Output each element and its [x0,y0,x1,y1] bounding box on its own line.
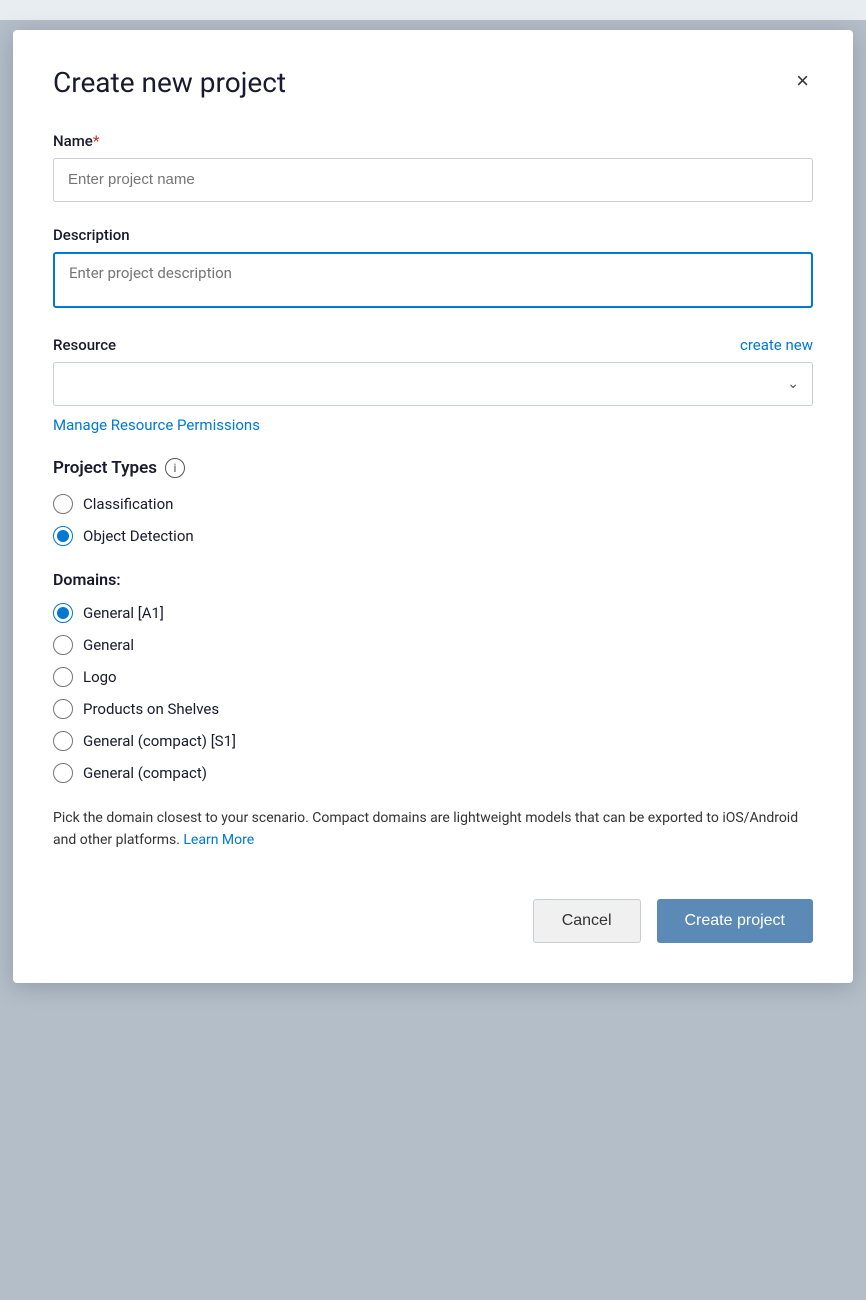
radio-item-general-a1[interactable]: General [A1] [53,603,813,623]
radio-general-compact-s1[interactable] [53,731,73,751]
radio-logo[interactable] [53,667,73,687]
radio-classification[interactable] [53,494,73,514]
radio-item-general[interactable]: General [53,635,813,655]
required-star: * [93,132,100,150]
description-label: Description [53,226,813,244]
create-new-link[interactable]: create new [740,336,813,354]
radio-label-general-compact-s1: General (compact) [S1] [83,732,236,750]
close-button[interactable]: × [792,66,813,96]
modal-footer: Cancel Create project [53,899,813,943]
radio-item-general-compact-s1[interactable]: General (compact) [S1] [53,731,813,751]
radio-item-classification[interactable]: Classification [53,494,813,514]
manage-permissions-link[interactable]: Manage Resource Permissions [53,416,813,434]
create-project-button[interactable]: Create project [657,899,814,943]
radio-general[interactable] [53,635,73,655]
description-input[interactable] [53,252,813,308]
project-types-label: Project Types [53,458,157,478]
radio-products-on-shelves[interactable] [53,699,73,719]
radio-label-general-a1: General [A1] [83,604,164,622]
resource-label: Resource [53,336,116,354]
domains-label: Domains: [53,570,813,589]
modal-title: Create new project [53,66,286,100]
resource-select-wrapper: ⌄ [53,362,813,406]
radio-label-object-detection: Object Detection [83,527,194,545]
name-section: Name* [53,132,813,202]
radio-label-products-on-shelves: Products on Shelves [83,700,219,718]
resource-header: Resource create new [53,336,813,354]
project-types-group: Classification Object Detection [53,494,813,546]
modal-header: Create new project × [53,66,813,100]
modal-overlay: Create new project × Name* Description R… [0,20,866,1300]
radio-general-a1[interactable] [53,603,73,623]
cancel-button[interactable]: Cancel [533,899,641,943]
radio-label-general: General [83,636,134,654]
radio-label-classification: Classification [83,495,173,513]
resource-select[interactable] [53,362,813,406]
project-types-section: Project Types i Classification Object De… [53,458,813,546]
description-section: Description [53,226,813,312]
radio-general-compact[interactable] [53,763,73,783]
name-label: Name* [53,132,813,150]
info-icon[interactable]: i [165,458,185,478]
radio-label-logo: Logo [83,668,117,686]
radio-item-object-detection[interactable]: Object Detection [53,526,813,546]
radio-item-products-on-shelves[interactable]: Products on Shelves [53,699,813,719]
radio-label-general-compact: General (compact) [83,764,207,782]
domains-section: Domains: General [A1] General Logo Produ… [53,570,813,852]
radio-object-detection[interactable] [53,526,73,546]
project-types-header: Project Types i [53,458,813,478]
hint-text: Pick the domain closest to your scenario… [53,807,813,852]
name-input[interactable] [53,158,813,202]
radio-item-general-compact[interactable]: General (compact) [53,763,813,783]
resource-section: Resource create new ⌄ Manage Resource Pe… [53,336,813,434]
learn-more-link[interactable]: Learn More [183,832,254,848]
radio-item-logo[interactable]: Logo [53,667,813,687]
modal-dialog: Create new project × Name* Description R… [13,30,853,983]
domains-group: General [A1] General Logo Products on Sh… [53,603,813,783]
